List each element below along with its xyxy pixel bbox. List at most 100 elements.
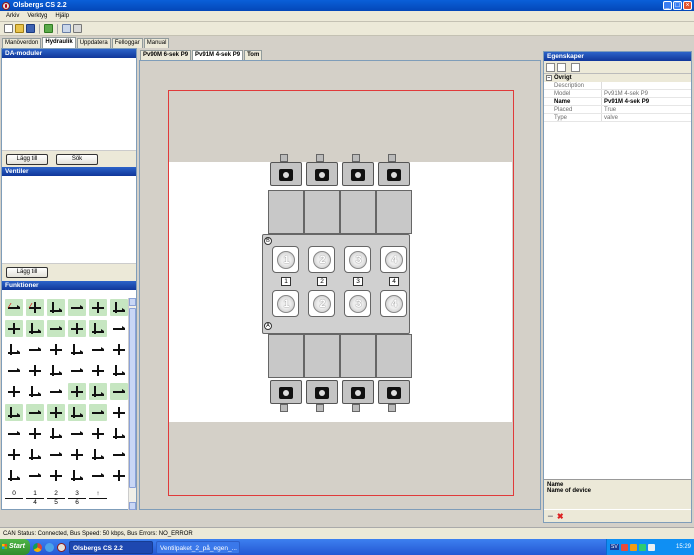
function-symbol[interactable] — [110, 383, 128, 400]
function-symbol[interactable] — [89, 383, 107, 400]
function-symbol[interactable] — [68, 446, 86, 463]
property-value[interactable] — [602, 82, 691, 89]
function-symbol[interactable] — [110, 320, 128, 337]
tab-pv90m-6-sek[interactable]: Pv90M 6-sek P9 — [140, 50, 192, 60]
actuator-cap-bottom[interactable] — [378, 380, 410, 404]
function-symbol[interactable] — [89, 467, 107, 484]
sort-alphabetical-icon[interactable] — [557, 62, 566, 72]
property-value[interactable]: Pv91M 4-sek P9 — [602, 98, 691, 105]
da-modules-list[interactable] — [2, 58, 136, 150]
function-symbol[interactable] — [5, 383, 23, 400]
tray-icon-2[interactable] — [629, 543, 637, 551]
save-icon[interactable] — [26, 24, 35, 33]
function-symbol[interactable] — [47, 320, 65, 337]
property-value[interactable]: valve — [602, 114, 691, 121]
chrome-icon[interactable] — [33, 542, 42, 552]
function-symbol[interactable] — [5, 362, 23, 379]
function-symbol[interactable] — [26, 404, 44, 421]
new-file-icon[interactable] — [4, 24, 13, 33]
function-symbol[interactable] — [68, 404, 86, 421]
function-symbol[interactable] — [5, 320, 23, 337]
actuator-cap-top[interactable] — [378, 162, 410, 186]
function-symbol[interactable] — [26, 383, 44, 400]
function-symbol[interactable] — [47, 446, 65, 463]
function-symbol[interactable] — [26, 362, 44, 379]
tab-felloggar[interactable]: Felloggar — [111, 38, 143, 48]
function-symbol[interactable] — [110, 299, 128, 316]
function-symbol[interactable] — [68, 320, 86, 337]
function-symbol[interactable] — [110, 446, 128, 463]
function-symbol[interactable] — [47, 467, 65, 484]
function-symbol[interactable]: ⁄ — [5, 299, 23, 316]
add-valve-button[interactable]: Lägg till — [6, 267, 48, 278]
function-symbol[interactable] — [26, 446, 44, 463]
tab-pv91m-4-sek[interactable]: Pv91M 4-sek P9 — [192, 50, 244, 60]
port-b-fitting[interactable]: 4 — [380, 246, 407, 273]
function-symbol[interactable] — [68, 341, 86, 358]
port-a-fitting[interactable]: 2 — [308, 290, 335, 317]
function-number-symbol[interactable]: 36 — [68, 488, 86, 506]
task-ventilpaket[interactable]: Ventilpaket_2_på_egen_... — [156, 540, 240, 554]
property-row[interactable]: Model Pv91M 4-sek P9 — [544, 90, 691, 98]
print-icon[interactable] — [73, 24, 82, 33]
scroll-down-arrow-icon[interactable] — [129, 502, 136, 510]
scroll-up-arrow-icon[interactable] — [129, 298, 136, 306]
function-symbol[interactable] — [68, 383, 86, 400]
function-number-symbol[interactable]: 0 — [5, 488, 23, 505]
valves-list[interactable] — [2, 176, 136, 263]
tab-manual[interactable]: Manual — [143, 38, 170, 48]
menu-hjalp[interactable]: Hjälp — [55, 13, 69, 19]
function-symbol[interactable] — [5, 446, 23, 463]
function-number-symbol[interactable]: ↑ — [89, 488, 107, 505]
property-value[interactable]: Pv91M 4-sek P9 — [602, 90, 691, 97]
function-symbol[interactable] — [89, 446, 107, 463]
actuator-cap-top[interactable] — [342, 162, 374, 186]
delete-icon[interactable]: ✖ — [557, 512, 564, 521]
function-symbol[interactable] — [47, 425, 65, 442]
tray-icon-1[interactable] — [620, 543, 628, 551]
tray-icon-4[interactable] — [647, 543, 655, 551]
function-symbol[interactable] — [110, 341, 128, 358]
port-a-fitting[interactable]: 4 — [380, 290, 407, 317]
function-symbol[interactable] — [89, 299, 107, 316]
function-symbol[interactable] — [68, 425, 86, 442]
function-symbol[interactable] — [89, 404, 107, 421]
function-symbol[interactable] — [5, 467, 23, 484]
language-indicator[interactable]: SV — [610, 544, 619, 550]
minimize-button[interactable]: _ — [663, 1, 672, 10]
function-symbol[interactable] — [47, 341, 65, 358]
property-pages-icon[interactable] — [571, 62, 580, 72]
function-symbol[interactable] — [5, 341, 23, 358]
function-symbol[interactable]: ⁄ — [26, 299, 44, 316]
function-symbol[interactable] — [47, 383, 65, 400]
function-symbol[interactable] — [110, 404, 128, 421]
scroll-thumb[interactable] — [129, 308, 136, 488]
function-symbol[interactable] — [26, 425, 44, 442]
task-olsbergs[interactable]: Olsbergs CS 2.2 — [69, 540, 153, 554]
functions-scrollbar[interactable] — [128, 298, 136, 510]
actuator-cap-bottom[interactable] — [306, 380, 338, 404]
function-symbol[interactable] — [89, 425, 107, 442]
grid-icon[interactable] — [62, 24, 71, 33]
add-da-module-button[interactable]: Lägg till — [6, 153, 48, 165]
search-button[interactable]: Sök — [56, 153, 98, 165]
tab-tom[interactable]: Tom — [244, 50, 263, 60]
function-symbol[interactable] — [68, 467, 86, 484]
function-symbol[interactable] — [68, 362, 86, 379]
close-button[interactable]: × — [683, 1, 692, 10]
port-b-fitting[interactable]: 2 — [308, 246, 335, 273]
function-symbol[interactable] — [26, 341, 44, 358]
function-symbol[interactable] — [110, 425, 128, 442]
tray-icon-3[interactable] — [638, 543, 646, 551]
function-symbol[interactable] — [47, 299, 65, 316]
function-symbol[interactable] — [47, 404, 65, 421]
app-quicklaunch-icon[interactable] — [57, 542, 66, 552]
tab-uppdatera[interactable]: Uppdatera — [76, 38, 111, 48]
property-row[interactable]: Description — [544, 82, 691, 90]
function-symbol[interactable] — [47, 362, 65, 379]
category-ovrigt[interactable]: − Övrigt — [544, 74, 691, 82]
collapse-icon[interactable]: − — [546, 75, 552, 81]
function-symbol[interactable] — [5, 404, 23, 421]
tab-manoverdon[interactable]: Manöverdon — [2, 38, 42, 48]
property-value[interactable]: True — [602, 106, 691, 113]
